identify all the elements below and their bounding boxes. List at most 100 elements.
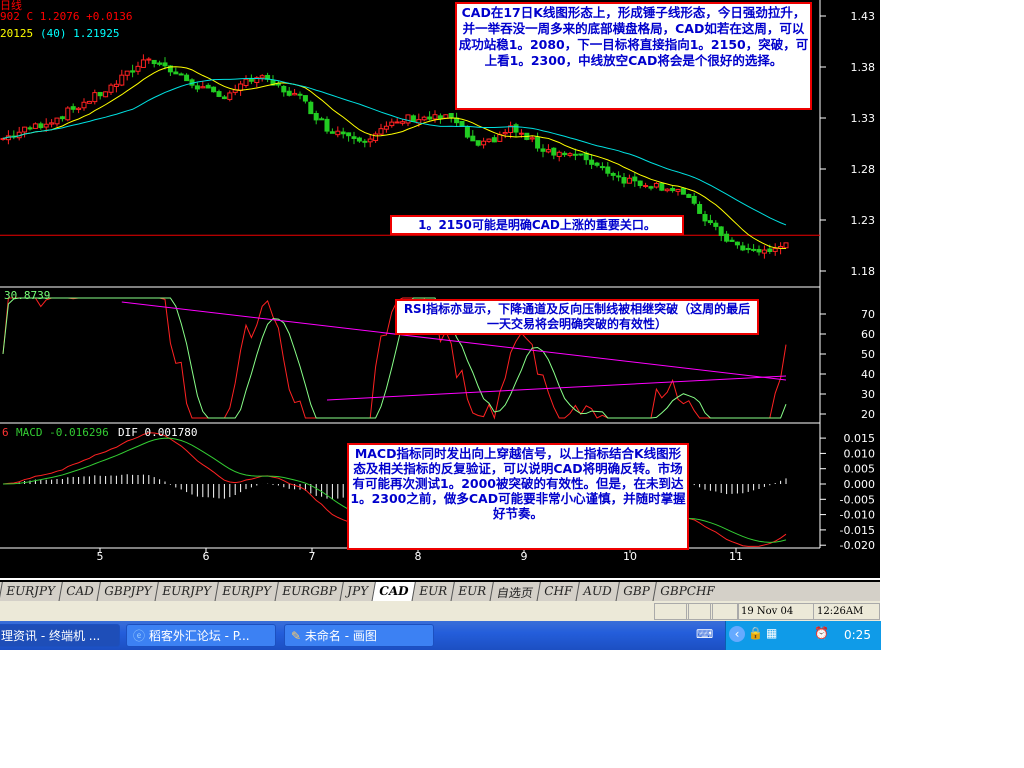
qq-icon[interactable]: 🔒	[748, 626, 763, 640]
taskbar-item-terminal[interactable]: 理资讯 - 终端机 ...	[0, 624, 120, 647]
candle-body	[529, 137, 535, 140]
note-macd: MACD指标同时发出向上穿越信号，以上指标结合K线图形态及相关指标的反复验证，可…	[347, 443, 689, 550]
candle-body	[756, 249, 762, 253]
candle-body	[556, 151, 562, 157]
candle-body	[562, 152, 568, 156]
candle-body	[103, 91, 109, 98]
candle-body	[518, 132, 524, 135]
candle-body	[335, 130, 341, 136]
rsi-readout: 30.8739	[4, 289, 51, 302]
price-readout: 902 C 1.2076 +0.0136	[0, 10, 133, 23]
candle-body	[605, 166, 611, 174]
tab-eurjpy[interactable]: EURJPY	[0, 582, 62, 603]
tab-gbpchf[interactable]: GBPCHF	[652, 582, 722, 603]
y-tick-label: 0.005	[844, 463, 876, 476]
candle-body	[437, 115, 443, 120]
tab-自选页[interactable]: 自选页	[489, 582, 541, 603]
candle-body	[292, 92, 298, 96]
candle-body	[157, 62, 163, 65]
y-tick-label: -0.010	[840, 509, 875, 522]
candle-body	[578, 153, 584, 156]
tab-gbpjpy[interactable]: GBPJPY	[96, 582, 159, 603]
candle-body	[594, 162, 600, 166]
candle-body	[475, 140, 481, 146]
candle-body	[259, 75, 265, 79]
x-tick-label: 6	[203, 550, 210, 563]
status-cell	[686, 603, 713, 620]
candle-body	[38, 123, 44, 129]
candle-body	[308, 101, 314, 115]
candle-body	[389, 121, 395, 127]
candle-body	[162, 62, 168, 67]
candle-body	[351, 136, 357, 139]
ma-readout-yellow: 20125	[0, 27, 34, 40]
paint-icon: ✎	[291, 629, 305, 643]
candle-body	[227, 92, 233, 100]
tab-chf[interactable]: CHF	[536, 582, 580, 603]
candle-body	[545, 149, 551, 153]
candle-body	[697, 204, 703, 214]
candle-body	[76, 107, 82, 111]
candle-body	[367, 138, 373, 143]
tab-jpy[interactable]: JPY	[339, 582, 375, 603]
tab-cad[interactable]: CAD	[57, 582, 101, 603]
y-tick-label: 0.010	[844, 447, 876, 460]
candle-body	[729, 239, 735, 242]
tab-eurjpy[interactable]: EURJPY	[214, 582, 278, 603]
network-icon[interactable]: ▦	[766, 626, 777, 640]
chevron-left-icon[interactable]: ‹	[729, 626, 745, 642]
candle-body	[297, 93, 303, 96]
candle-body	[745, 247, 751, 250]
candle-body	[108, 84, 114, 93]
candle-body	[783, 242, 789, 249]
candle-body	[713, 222, 719, 227]
candle-body	[648, 186, 654, 189]
tab-cad[interactable]: CAD	[371, 582, 416, 603]
taskbar-item-forum[interactable]: ⓔ 稻客外汇论坛 - P...	[126, 624, 276, 647]
y-tick-label: -0.020	[840, 539, 875, 552]
candle-body	[319, 118, 325, 121]
y-tick-label: 1.28	[851, 163, 876, 176]
y-tick-label: 0.000	[844, 478, 876, 491]
candle-body	[346, 132, 352, 137]
candle-body	[205, 84, 211, 89]
candle-body	[551, 147, 557, 156]
status-date: 19 Nov 04	[737, 603, 814, 620]
alarm-icon[interactable]: ⏰	[814, 626, 829, 640]
x-tick-label: 8	[415, 550, 422, 563]
tab-eurjpy[interactable]: EURJPY	[154, 582, 219, 603]
candle-body	[432, 114, 438, 120]
tab-eur[interactable]: EUR	[411, 582, 455, 603]
tab-eur[interactable]: EUR	[450, 582, 494, 603]
candle-body	[43, 123, 49, 128]
candle-body	[59, 116, 65, 120]
candle-body	[400, 121, 406, 124]
note-level: 1。2150可能是明确CAD上涨的重要关口。	[390, 215, 684, 235]
y-tick-label: 1.43	[851, 10, 876, 23]
chart-area[interactable]: 1.43 1.38 1.33 1.28 1.23 1.18 70 60 50 40 30 20 0.01…	[0, 0, 880, 578]
tab-gbp[interactable]: GBP	[614, 582, 656, 603]
tab-aud[interactable]: AUD	[575, 582, 619, 603]
candle-body	[324, 118, 330, 132]
candle-body	[572, 153, 578, 156]
keyboard-icon[interactable]: ⌨	[696, 627, 713, 641]
taskbar: 理资讯 - 终端机 ... ⓔ 稻客外汇论坛 - P... ✎ 未命名 - 画图…	[0, 621, 881, 650]
y-tick-label: 50	[861, 348, 875, 361]
candle-body	[680, 187, 686, 195]
candle-body	[211, 86, 217, 93]
status-cell	[654, 603, 689, 620]
candle-body	[772, 248, 778, 252]
candle-body	[464, 125, 470, 138]
y-tick-label: 1.18	[851, 265, 876, 278]
candle-body	[659, 182, 665, 191]
tab-eurgbp[interactable]: EURGBP	[274, 582, 344, 603]
candle-body	[670, 187, 676, 192]
taskbar-item-paint[interactable]: ✎ 未命名 - 画图	[284, 624, 434, 647]
candle-body	[610, 173, 616, 176]
candle-body	[740, 245, 746, 251]
macd-readout: MACD -0.016296	[16, 426, 109, 439]
y-tick-label: -0.015	[840, 524, 875, 537]
candle-body	[178, 73, 184, 76]
status-cell	[710, 603, 739, 620]
candle-body	[135, 65, 141, 72]
